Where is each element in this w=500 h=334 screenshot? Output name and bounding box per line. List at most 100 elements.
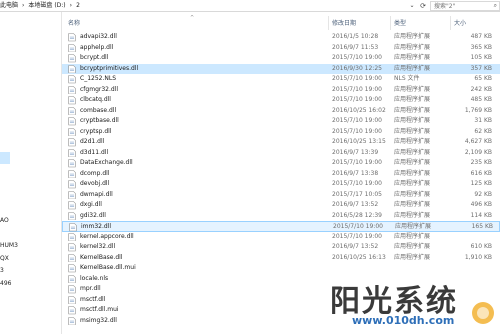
file-icon [68, 106, 76, 115]
file-type: 应用程序扩展 [394, 85, 431, 93]
file-row[interactable]: kernel.appcore.dll 2015/7/10 19:00 应用程序扩展 [62, 232, 500, 243]
file-icon [68, 138, 76, 147]
chevron-down-icon[interactable]: ⌄ [407, 0, 417, 12]
file-name: msctf.dll.mui [80, 306, 119, 313]
file-type: 应用程序扩展 [394, 117, 431, 124]
file-row[interactable]: kernel32.dll 2016/9/7 13:52 应用程序扩展 610 KB [62, 242, 500, 253]
file-date: 2015/7/10 19:00 [332, 159, 382, 166]
file-row[interactable]: KernelBase.dll.mui [62, 263, 500, 274]
file-row[interactable]: d3d11.dll 2016/9/7 13:39 应用程序扩展 2,109 KB [62, 148, 500, 159]
file-type: 应用程序扩展 [394, 243, 431, 250]
file-date: 2015/7/10 19:00 [332, 117, 382, 124]
file-row[interactable]: apphelp.dll 2016/9/7 11:53 应用程序扩展 365 KB [62, 43, 500, 54]
file-name: dwmapi.dll [80, 190, 113, 198]
file-icon [68, 232, 76, 241]
breadcrumb-separator: › [22, 2, 25, 9]
file-type: 应用程序扩展 [394, 64, 431, 72]
file-icon [68, 43, 76, 52]
file-name: bcryptprimitives.dll [80, 64, 139, 72]
file-row[interactable]: devobj.dll 2015/7/10 19:00 应用程序扩展 125 KB [62, 179, 500, 190]
nav-item-qx[interactable]: QX [0, 255, 9, 262]
file-row[interactable]: C_1252.NLS 2015/7/10 19:00 NLS 文件 65 KB [62, 74, 500, 85]
file-icon [68, 96, 76, 105]
column-header-date[interactable]: 修改日期 [332, 18, 356, 30]
file-row[interactable]: imm32.dll 2015/7/10 19:00 应用程序扩展 165 KB [62, 221, 500, 232]
column-headers: ^ 名称 修改日期 类型 大小 [62, 12, 500, 32]
search-input[interactable] [431, 2, 489, 10]
column-header-size[interactable]: 大小 [454, 18, 466, 30]
file-row[interactable]: KernelBase.dll 2016/10/25 16:13 应用程序扩展 1,91… [62, 253, 500, 264]
file-row[interactable]: DataExchange.dll 2015/7/10 19:00 应用程序扩展 235… [62, 158, 500, 169]
file-row[interactable]: combase.dll 2016/10/25 16:02 应用程序扩展 1,769 K… [62, 106, 500, 117]
file-size: 125 KB [470, 180, 492, 187]
file-row[interactable]: bcryptprimitives.dll 2016/9/30 12:25 应用程序扩… [62, 63, 500, 74]
file-date [332, 263, 402, 274]
address-bar[interactable]: 此电脑›本地磁盘 (D:)›2 ⌄ ⟳ ⌕ [0, 0, 500, 12]
file-date: 2015/7/10 19:00 [332, 232, 382, 240]
file-type: 应用程序扩展 [394, 180, 431, 187]
file-size [452, 263, 492, 274]
file-row[interactable]: cryptsp.dll 2015/7/10 19:00 应用程序扩展 62 KB [62, 127, 500, 138]
file-name: mpr.dll [80, 285, 101, 292]
search-box[interactable]: ⌕ [430, 1, 500, 11]
file-name: C_1252.NLS [80, 75, 117, 82]
column-header-type[interactable]: 类型 [394, 18, 406, 30]
watermark-url: www.010dh.com [352, 314, 455, 327]
file-name: KernelBase.dll [80, 253, 123, 261]
file-type: 应用程序扩展 [394, 148, 431, 156]
file-size [452, 232, 492, 243]
column-header-name[interactable]: 名称 [68, 18, 80, 30]
file-type: 应用程序扩展 [394, 127, 431, 135]
file-icon [68, 85, 76, 94]
file-date: 2015/7/10 19:00 [332, 75, 382, 82]
file-date: 2015/7/10 19:00 [332, 54, 382, 61]
file-date: 2016/9/7 13:39 [332, 148, 379, 156]
breadcrumb-this-pc[interactable]: 此电脑 [0, 0, 18, 12]
column-divider[interactable] [450, 16, 451, 30]
file-row[interactable]: bcrypt.dll 2015/7/10 19:00 应用程序扩展 105 KB [62, 53, 500, 64]
file-name: d2d1.dll [80, 138, 105, 145]
column-divider[interactable] [328, 16, 329, 30]
nav-item-ao[interactable]: AO [0, 217, 9, 224]
file-name: locale.nls [80, 274, 109, 282]
file-type: 应用程序扩展 [394, 232, 431, 240]
file-size: 357 KB [470, 64, 492, 72]
file-size: 31 KB [474, 117, 492, 124]
file-row[interactable]: dxgi.dll 2016/9/7 13:52 应用程序扩展 496 KB [62, 200, 500, 211]
file-row[interactable]: advapi32.dll 2016/1/5 10:28 应用程序扩展 487 KB [62, 32, 500, 43]
file-type: 应用程序扩展 [394, 201, 431, 208]
file-name: KernelBase.dll.mui [80, 264, 136, 271]
file-row[interactable]: clbcatq.dll 2015/7/10 19:00 应用程序扩展 485 KB [62, 95, 500, 106]
file-size: 62 KB [474, 127, 492, 135]
file-row[interactable]: gdi32.dll 2016/5/28 12:39 应用程序扩展 114 KB [62, 211, 500, 222]
nav-item-496[interactable]: 496 [0, 280, 11, 287]
file-type: 应用程序扩展 [394, 54, 431, 61]
file-row[interactable]: d2d1.dll 2016/10/25 13:15 应用程序扩展 4,627 KB [62, 137, 500, 148]
breadcrumb: 此电脑 › 本地磁盘 (D:) › 2 [0, 0, 80, 12]
file-size: 1,910 KB [464, 253, 492, 261]
file-icon [68, 127, 76, 136]
file-name: cryptbase.dll [80, 117, 119, 124]
file-date: 2016/1/5 10:28 [332, 33, 379, 40]
refresh-icon[interactable]: ⟳ [418, 0, 428, 12]
file-row[interactable]: dcomp.dll 2016/9/7 13:38 应用程序扩展 616 KB [62, 169, 500, 180]
file-type: 应用程序扩展 [394, 106, 431, 114]
nav-selected-item[interactable] [0, 152, 10, 164]
nav-item-3[interactable]: 3 [0, 267, 4, 274]
file-icon [68, 117, 76, 126]
nav-item-hum3[interactable]: HUM3 [0, 242, 18, 249]
file-icon [68, 180, 76, 189]
file-row[interactable]: dwmapi.dll 2015/7/17 10:05 应用程序扩展 92 KB [62, 190, 500, 201]
breadcrumb-drive-d[interactable]: 本地磁盘 (D:) [28, 0, 65, 12]
breadcrumb-folder-2[interactable]: 2 [76, 0, 80, 12]
file-row[interactable]: cryptbase.dll 2015/7/10 19:00 应用程序扩展 31 KB [62, 116, 500, 127]
search-icon[interactable]: ⌕ [494, 2, 497, 10]
file-row[interactable]: cfgmgr32.dll 2015/7/10 19:00 应用程序扩展 242 KB [62, 85, 500, 96]
sort-ascending-icon: ^ [190, 15, 195, 21]
column-divider[interactable] [390, 16, 391, 30]
file-icon [68, 169, 76, 178]
file-size: 365 KB [470, 43, 492, 51]
file-icon [68, 201, 76, 210]
file-type: 应用程序扩展 [394, 211, 431, 219]
file-name: msimg32.dll [80, 316, 117, 324]
